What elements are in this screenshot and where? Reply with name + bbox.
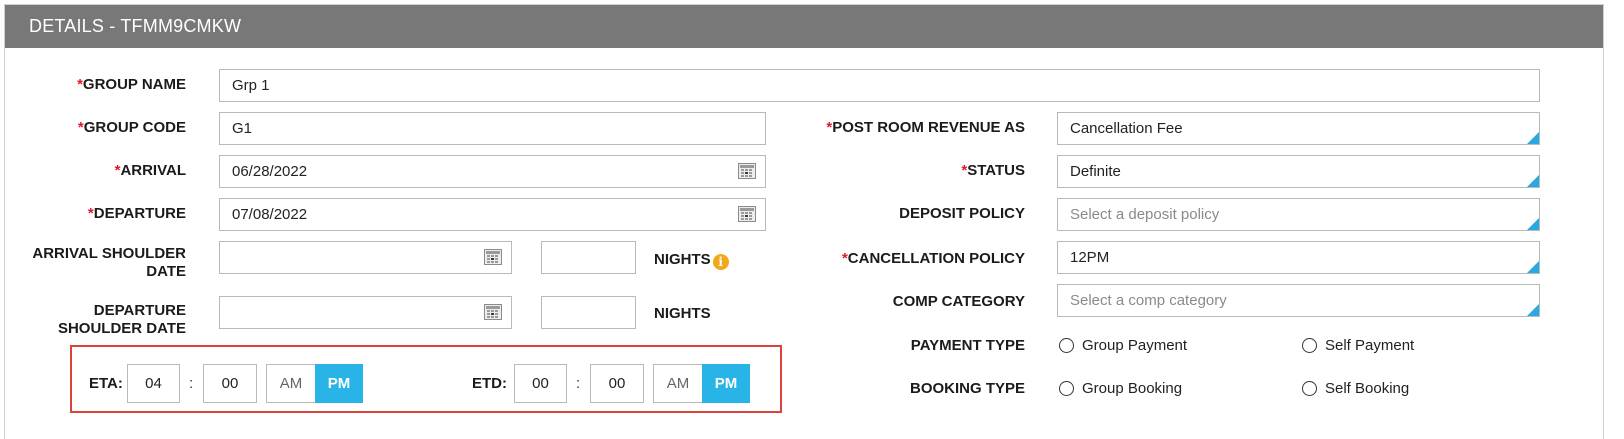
calendar-icon[interactable] — [484, 249, 502, 265]
calendar-icon[interactable] — [484, 304, 502, 320]
etd-hour-input[interactable]: 00 — [514, 364, 567, 403]
eta-label: ETA: — [89, 375, 123, 392]
booking-type-label: BOOKING TYPE — [909, 380, 1025, 397]
dropdown-corner-icon — [1527, 175, 1539, 187]
panel-title: DETAILS - TFMM9CMKW — [5, 5, 1603, 48]
departure-shoulder-nights-label: NIGHTS — [654, 305, 711, 322]
cancellation-policy-label: *CANCELLATION POLICY — [841, 250, 1025, 267]
radio-icon[interactable] — [1302, 381, 1317, 396]
etd-minute-input[interactable]: 00 — [590, 364, 644, 403]
comp-category-label: COMP CATEGORY — [892, 293, 1025, 310]
booking-type-self-booking[interactable]: Self Booking — [1302, 380, 1409, 398]
payment-type-self-payment[interactable]: Self Payment — [1302, 337, 1414, 355]
dropdown-corner-icon — [1527, 304, 1539, 316]
eta-minute-input[interactable]: 00 — [203, 364, 257, 403]
dropdown-corner-icon — [1527, 218, 1539, 230]
cancellation-policy-select[interactable]: 12PM — [1057, 241, 1540, 274]
departure-shoulder-nights-input[interactable] — [541, 296, 636, 329]
arrival-date-value: 06/28/2022 — [232, 163, 308, 180]
etd-am-button[interactable]: AM — [653, 364, 702, 403]
radio-icon[interactable] — [1059, 338, 1074, 353]
radio-icon[interactable] — [1059, 381, 1074, 396]
post-room-revenue-label: *POST ROOM REVENUE AS — [826, 119, 1025, 136]
etd-pm-button[interactable]: PM — [702, 364, 750, 403]
calendar-icon[interactable] — [738, 206, 756, 222]
dropdown-corner-icon — [1527, 132, 1539, 144]
dropdown-corner-icon — [1527, 261, 1539, 273]
group-code-input[interactable]: G1 — [219, 112, 766, 145]
calendar-icon[interactable] — [738, 163, 756, 179]
comp-category-select[interactable]: Select a comp category — [1057, 284, 1540, 317]
eta-hour-input[interactable]: 04 — [127, 364, 180, 403]
arrival-shoulder-date-label: ARRIVAL SHOULDER DATE — [32, 245, 186, 280]
post-room-revenue-select[interactable]: Cancellation Fee — [1057, 112, 1540, 145]
arrival-date-input[interactable]: 06/28/2022 — [219, 155, 766, 188]
group-name-label: *GROUP NAME — [77, 76, 186, 93]
payment-type-group-payment[interactable]: Group Payment — [1059, 337, 1187, 355]
eta-am-button[interactable]: AM — [266, 364, 315, 403]
eta-pm-button[interactable]: PM — [315, 364, 363, 403]
arrival-label: *ARRIVAL — [114, 162, 186, 179]
arrival-shoulder-nights-label: NIGHTS i — [654, 251, 729, 270]
arrival-shoulder-nights-input[interactable] — [541, 241, 636, 274]
etd-label: ETD: — [472, 375, 507, 392]
status-select[interactable]: Definite — [1057, 155, 1540, 188]
etd-colon: : — [576, 375, 581, 392]
departure-shoulder-date-label: DEPARTURE SHOULDER DATE — [57, 302, 186, 337]
payment-type-label: PAYMENT TYPE — [910, 337, 1025, 354]
deposit-policy-select[interactable]: Select a deposit policy — [1057, 198, 1540, 231]
departure-shoulder-date-input[interactable] — [219, 296, 512, 329]
eta-colon: : — [189, 375, 194, 392]
info-icon[interactable]: i — [712, 254, 729, 270]
departure-label: *DEPARTURE — [87, 205, 186, 222]
booking-type-group-booking[interactable]: Group Booking — [1059, 380, 1182, 398]
status-label: *STATUS — [961, 162, 1025, 179]
departure-date-value: 07/08/2022 — [232, 206, 308, 223]
deposit-policy-label: DEPOSIT POLICY — [899, 205, 1025, 222]
group-name-input[interactable]: Grp 1 — [219, 69, 1540, 102]
arrival-shoulder-date-input[interactable] — [219, 241, 512, 274]
radio-icon[interactable] — [1302, 338, 1317, 353]
departure-date-input[interactable]: 07/08/2022 — [219, 198, 766, 231]
group-code-label: *GROUP CODE — [77, 119, 186, 136]
